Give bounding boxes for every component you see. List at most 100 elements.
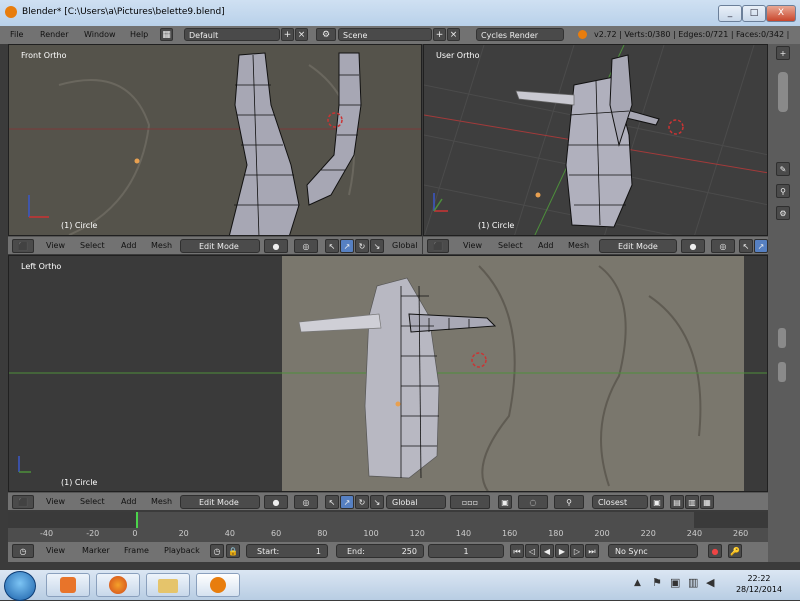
start-button[interactable] — [4, 571, 36, 601]
minimize-button[interactable]: _ — [718, 5, 742, 22]
menu-file[interactable]: File — [10, 30, 23, 39]
play-reverse-icon[interactable]: ◀ — [540, 544, 554, 558]
prev-keyframe-icon[interactable]: ◁ — [525, 544, 539, 558]
orientation-select[interactable]: Global — [392, 241, 418, 250]
menu-help[interactable]: Help — [130, 30, 148, 39]
tray-up-icon[interactable]: ▲ — [634, 578, 641, 588]
rotate-icon[interactable]: ↻ — [355, 495, 369, 509]
viewport-left-ortho[interactable]: Left Ortho (1) Circle — [8, 255, 768, 492]
explorer-task[interactable] — [146, 573, 190, 597]
menu-frame[interactable]: Frame — [124, 546, 149, 555]
scrollbar-thumb[interactable] — [778, 72, 788, 112]
menu-mesh[interactable]: Mesh — [151, 497, 172, 506]
menu-add[interactable]: Add — [121, 241, 137, 250]
render-engine-select[interactable]: Cycles Render — [476, 28, 564, 41]
add-layout-button[interactable]: + — [281, 28, 294, 41]
scene-icon[interactable]: ⚙ — [316, 28, 336, 41]
remove-layout-button[interactable]: × — [295, 28, 308, 41]
pivot-icon[interactable]: ◎ — [711, 239, 735, 253]
translate-icon[interactable]: ↗ — [340, 495, 354, 509]
render-icon[interactable]: ▤ — [670, 495, 684, 509]
jump-start-icon[interactable]: ⏮ — [510, 544, 524, 558]
menu-view[interactable]: View — [463, 241, 482, 250]
menu-window[interactable]: Window — [84, 30, 116, 39]
menu-mesh[interactable]: Mesh — [151, 241, 172, 250]
menu-add[interactable]: Add — [538, 241, 554, 250]
manipulator-icon[interactable]: ↖ — [325, 495, 339, 509]
screen-layout-icon[interactable]: ▦ — [160, 28, 173, 41]
editor-type-icon[interactable]: ◷ — [12, 544, 34, 558]
editor-type-icon[interactable]: ⬛ — [12, 495, 34, 509]
manipulator-icon[interactable]: ↖ — [739, 239, 753, 253]
tray-device-icon[interactable]: ▣ — [670, 576, 680, 589]
current-frame-line[interactable] — [136, 512, 138, 528]
snap-element-icon[interactable]: ▣ — [650, 495, 664, 509]
menu-view[interactable]: View — [46, 241, 65, 250]
remove-scene-button[interactable]: × — [447, 28, 460, 41]
media-player-task[interactable] — [46, 573, 90, 597]
add-scene-button[interactable]: + — [433, 28, 446, 41]
pivot-icon[interactable]: ◎ — [294, 495, 318, 509]
screen-layout-field[interactable]: Default — [184, 28, 280, 41]
keying-set-icon[interactable]: 🔑 — [728, 544, 742, 558]
scrollbar-thumb[interactable] — [778, 362, 786, 382]
menu-playback[interactable]: Playback — [164, 546, 200, 555]
scale-icon[interactable]: ↘ — [370, 239, 384, 253]
use-preview-range-icon[interactable]: ◷ — [210, 544, 224, 558]
plus-icon[interactable]: + — [776, 46, 790, 60]
tray-flag-icon[interactable]: ⚑ — [652, 576, 662, 589]
menu-view[interactable]: View — [46, 546, 65, 555]
translate-icon[interactable]: ↗ — [340, 239, 354, 253]
lock-camera-icon[interactable]: ▣ — [498, 495, 512, 509]
scene-field[interactable]: Scene — [338, 28, 432, 41]
blender-task[interactable] — [196, 573, 240, 597]
jump-end-icon[interactable]: ⏭ — [585, 544, 599, 558]
menu-add[interactable]: Add — [121, 497, 137, 506]
firefox-task[interactable] — [96, 573, 140, 597]
menu-view[interactable]: View — [46, 497, 65, 506]
editor-type-icon[interactable]: ⬛ — [12, 239, 34, 253]
opengl-render-icon[interactable]: ▦ — [700, 495, 714, 509]
next-keyframe-icon[interactable]: ▷ — [570, 544, 584, 558]
orientation-select[interactable]: Global — [386, 495, 446, 509]
scrollbar-thumb[interactable] — [778, 328, 786, 348]
menu-select[interactable]: Select — [80, 497, 105, 506]
proportional-edit-icon[interactable]: ◌ — [518, 495, 548, 509]
tray-volume-icon[interactable]: ◀ — [706, 576, 714, 589]
menu-select[interactable]: Select — [80, 241, 105, 250]
timeline[interactable]: -40 -20 0 20 40 60 80 100 120 140 160 180 200 220 240 2… — [8, 512, 768, 542]
editor-type-icon[interactable]: ⬛ — [427, 239, 449, 253]
scale-icon[interactable]: ↘ — [370, 495, 384, 509]
shading-icon[interactable]: ● — [264, 239, 288, 253]
viewport-front-ortho[interactable]: Front Ortho (1) Circle — [8, 44, 422, 236]
snap-target-select[interactable]: Closest — [592, 495, 648, 509]
properties-icon[interactable]: ⚙ — [776, 206, 790, 220]
translate-icon[interactable]: ↗ — [754, 239, 768, 253]
maximize-button[interactable]: □ — [742, 5, 766, 22]
snap-icon[interactable]: ⚲ — [554, 495, 584, 509]
manipulator-icon[interactable]: ↖ — [325, 239, 339, 253]
rotate-icon[interactable]: ↻ — [355, 239, 369, 253]
close-button[interactable]: X — [766, 5, 796, 22]
shading-icon[interactable]: ● — [681, 239, 705, 253]
menu-mesh[interactable]: Mesh — [568, 241, 589, 250]
pivot-icon[interactable]: ◎ — [294, 239, 318, 253]
lock-time-icon[interactable]: 🔒 — [226, 544, 240, 558]
menu-render[interactable]: Render — [40, 30, 68, 39]
render-animation-icon[interactable]: ▥ — [685, 495, 699, 509]
pin-icon[interactable]: ⚲ — [776, 184, 790, 198]
current-frame-field[interactable]: 1 — [428, 544, 504, 558]
mode-select[interactable]: Edit Mode — [599, 239, 677, 253]
play-icon[interactable]: ▶ — [555, 544, 569, 558]
viewport-user-ortho[interactable]: User Ortho (1) Circle — [423, 44, 768, 236]
mode-select[interactable]: Edit Mode — [180, 239, 260, 253]
tool-icon[interactable]: ✎ — [776, 162, 790, 176]
end-frame-field[interactable]: End: 250 — [336, 544, 424, 558]
menu-select[interactable]: Select — [498, 241, 523, 250]
sync-select[interactable]: No Sync — [608, 544, 698, 558]
start-frame-field[interactable]: Start: 1 — [246, 544, 328, 558]
layers-icon[interactable]: ▫▫▫ — [450, 495, 490, 509]
shading-icon[interactable]: ● — [264, 495, 288, 509]
clock[interactable]: 22:22 28/12/2014 — [735, 574, 783, 594]
menu-marker[interactable]: Marker — [82, 546, 110, 555]
